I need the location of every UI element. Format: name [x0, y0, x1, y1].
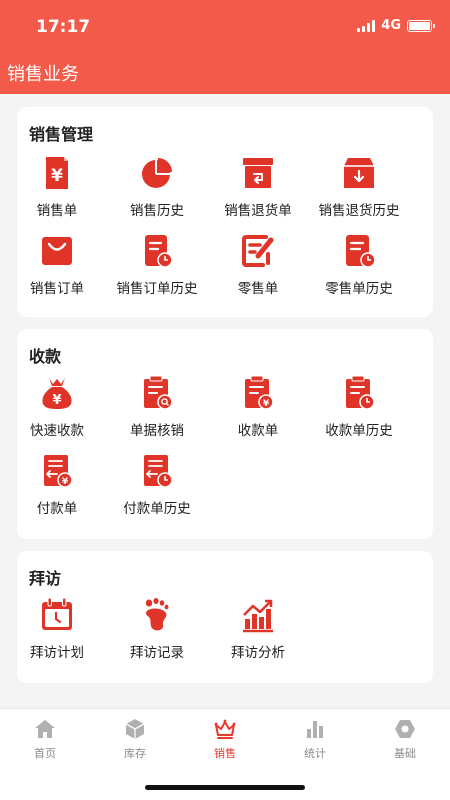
visit-plan-item[interactable]: 拜访计划 [5, 595, 109, 661]
sales-history-item[interactable]: 销售历史 [105, 153, 209, 219]
section-visits: 拜访 拜访计划 拜访记录 拜访分析 [17, 551, 433, 683]
status-indicators: 4G [357, 18, 435, 33]
home-icon [35, 720, 55, 738]
sales-return-item[interactable]: 销售退货单 [206, 153, 310, 219]
section-receipts: 收款 ¥ 快速收款 单据核销 ¥ 收款单 收款单历史 ¥ 付款单 付款单历史 [17, 329, 433, 539]
item-label: 销售单 [36, 203, 78, 219]
item-label: 销售历史 [130, 203, 184, 219]
receipt-history-item[interactable]: 收款单历史 [307, 373, 411, 439]
item-label: 销售订单 [30, 281, 84, 297]
payment-history-icon [144, 455, 173, 488]
tab-label: 基础 [394, 747, 416, 760]
edit-note-icon [242, 235, 274, 267]
svg-text:¥: ¥ [51, 166, 63, 186]
bill-writeoff-item[interactable]: 单据核销 [105, 373, 209, 439]
clipboard-yen-icon: ¥ [245, 375, 274, 410]
visit-analysis-item[interactable]: 拜访分析 [206, 595, 310, 661]
receipt-yen-icon: ¥ [46, 157, 68, 189]
bar-chart-trend-icon [243, 599, 273, 633]
section-title: 收款 [29, 347, 62, 366]
svg-text:¥: ¥ [52, 393, 61, 408]
cube-icon [125, 719, 145, 739]
sales-order-item[interactable]: ¥ 销售单 [5, 153, 109, 219]
sales-order-list-item[interactable]: 销售订单 [5, 231, 109, 297]
document-clock-icon [145, 235, 173, 268]
item-label: 单据核销 [130, 423, 184, 439]
shopping-bag-icon [42, 237, 72, 265]
section-sales-management: 销售管理 ¥ 销售单 销售历史 销售退货单 销售退货历史 销售订单 销售订单历史… [17, 107, 433, 317]
tab-inventory[interactable]: 库存 [90, 717, 180, 761]
receipt-order-item[interactable]: ¥ 收款单 [206, 373, 310, 439]
home-indicator[interactable] [145, 785, 305, 790]
page-title: 销售业务 [7, 64, 79, 85]
item-label: 销售退货单 [224, 203, 292, 219]
item-label: 销售订单历史 [116, 281, 198, 297]
clipboard-clock-icon [346, 375, 375, 410]
tab-home[interactable]: 首页 [0, 717, 90, 761]
status-bar: 17:17 4G [0, 0, 450, 52]
tab-label: 销售 [214, 747, 236, 760]
return-box-icon [243, 158, 273, 188]
item-label: 零售单历史 [325, 281, 393, 297]
retail-order-item[interactable]: 零售单 [206, 231, 310, 297]
item-label: 拜访分析 [231, 645, 285, 661]
status-time: 17:17 [36, 17, 91, 37]
item-label: 付款单历史 [123, 501, 191, 517]
item-label: 收款单 [237, 423, 279, 439]
footprint-icon [145, 598, 169, 631]
sales-return-history-item[interactable]: 销售退货历史 [307, 153, 411, 219]
crown-icon [214, 719, 236, 739]
calendar-icon [42, 597, 72, 630]
tab-sales[interactable]: 销售 [180, 717, 270, 761]
document-clock-icon [346, 235, 376, 268]
payment-order-item[interactable]: ¥ 付款单 [5, 451, 109, 517]
clipboard-search-icon [144, 375, 173, 410]
bar-chart-icon [307, 721, 323, 738]
retail-order-history-item[interactable]: 零售单历史 [307, 231, 411, 297]
tab-label: 统计 [304, 747, 326, 760]
item-label: 拜访计划 [30, 645, 84, 661]
battery-icon [407, 19, 435, 32]
tab-label: 库存 [124, 747, 146, 760]
payment-history-item[interactable]: 付款单历史 [105, 451, 209, 517]
tab-statistics[interactable]: 统计 [270, 717, 360, 761]
item-label: 零售单 [237, 281, 279, 297]
svg-text:¥: ¥ [62, 477, 69, 487]
network-type: 4G [381, 18, 401, 33]
item-label: 收款单历史 [325, 423, 393, 439]
payment-document-icon: ¥ [44, 455, 73, 488]
tab-basic[interactable]: 基础 [360, 717, 450, 761]
signal-icon [357, 19, 376, 32]
sales-order-history-item[interactable]: 销售订单历史 [105, 231, 209, 297]
quick-receipt-item[interactable]: ¥ 快速收款 [5, 373, 109, 439]
item-label: 销售退货历史 [318, 203, 400, 219]
visit-record-item[interactable]: 拜访记录 [105, 595, 209, 661]
inbox-download-icon [344, 158, 374, 188]
section-title: 销售管理 [29, 125, 94, 144]
section-title: 拜访 [29, 569, 62, 588]
item-label: 快速收款 [30, 423, 84, 439]
tab-label: 首页 [34, 747, 56, 760]
svg-text:¥: ¥ [263, 399, 270, 409]
item-label: 拜访记录 [130, 645, 184, 661]
item-label: 付款单 [36, 501, 78, 517]
pie-chart-icon [142, 158, 172, 188]
hexagon-icon [395, 720, 415, 738]
nav-bar: 销售业务 [0, 52, 450, 94]
money-bag-icon: ¥ [42, 378, 72, 409]
